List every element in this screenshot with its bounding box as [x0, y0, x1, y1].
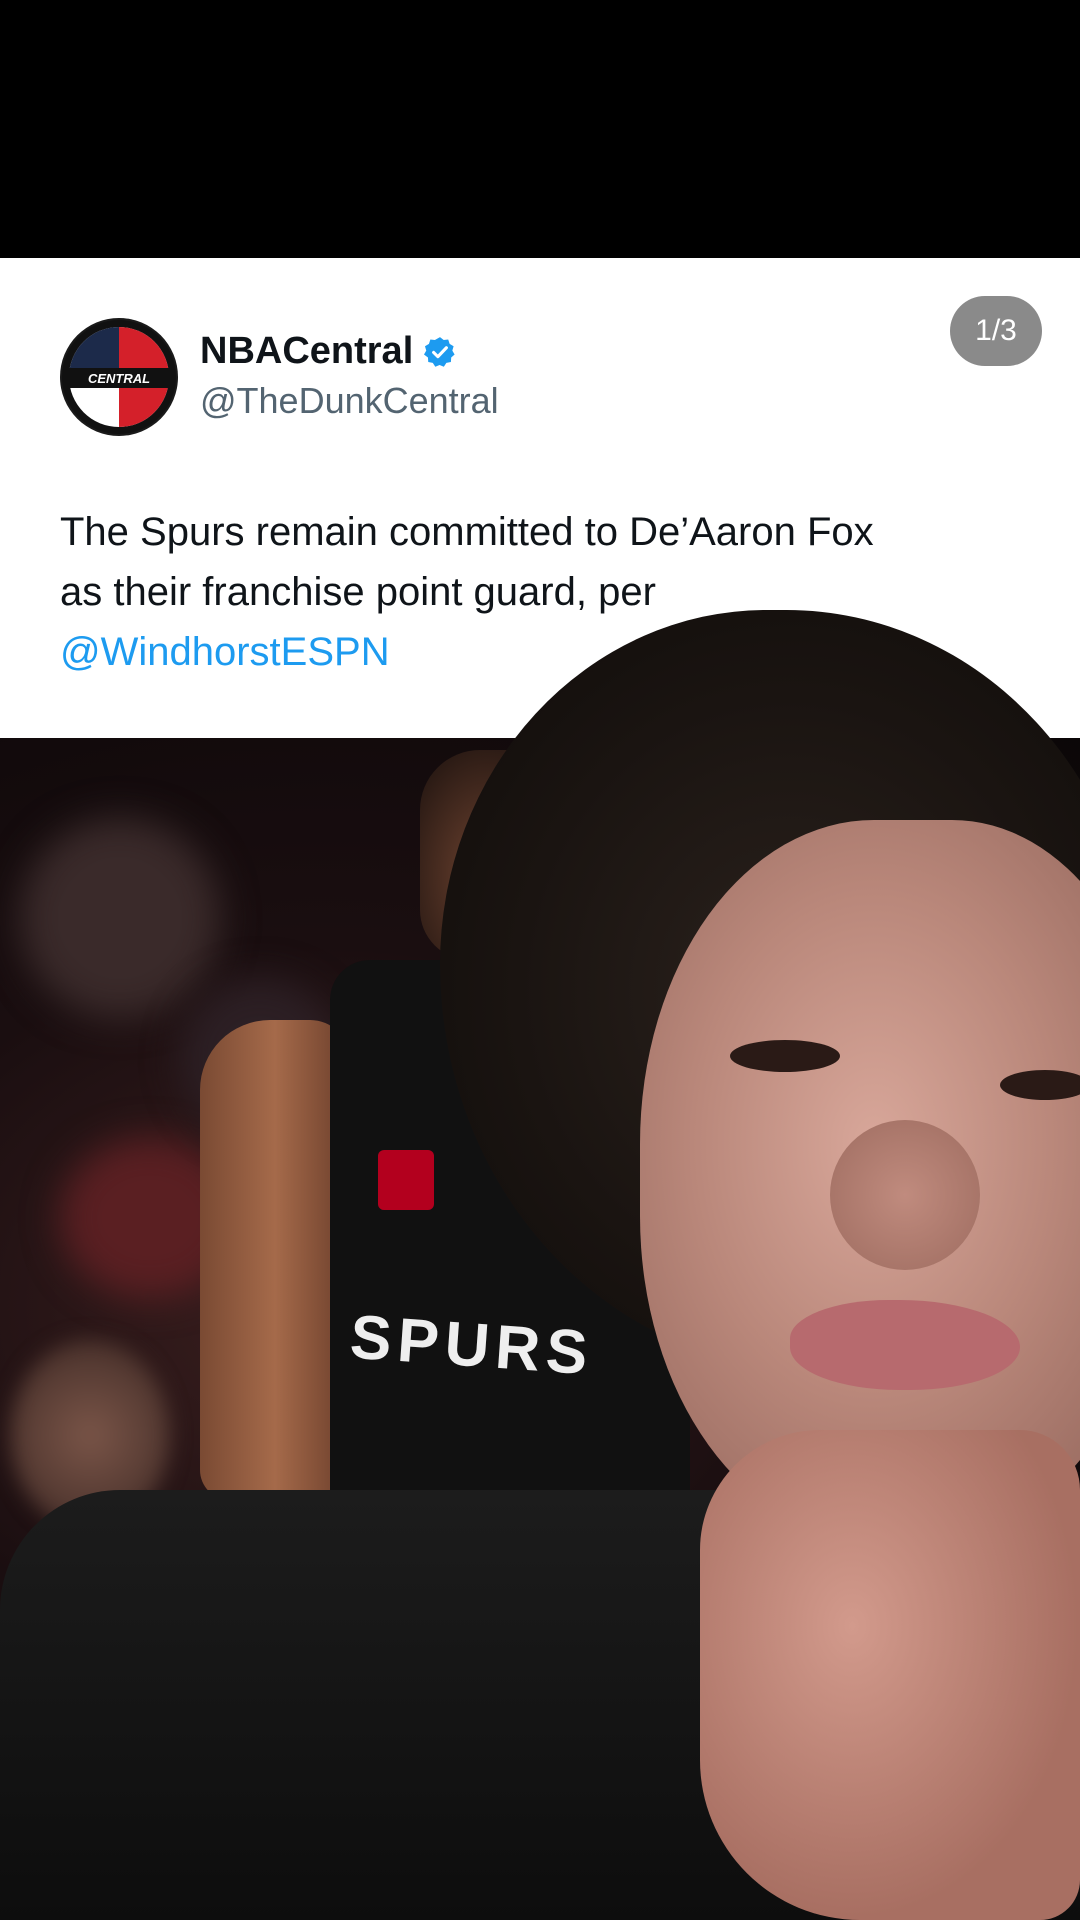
- author-handle[interactable]: @TheDunkCentral: [200, 380, 499, 422]
- tweet-text-line2: as their franchise point guard, per: [60, 570, 656, 614]
- verified-badge-icon: [424, 336, 455, 367]
- creator-eye-left: [730, 1040, 840, 1072]
- tweet-text-line1: The Spurs remain committed to De’Aaron F…: [60, 510, 874, 554]
- usa-250-badge: [378, 1150, 434, 1210]
- video-screen[interactable]: SPURS CENTRAL NBACentral @TheDunkCentral…: [0, 0, 1080, 1920]
- page-counter: 1/3: [950, 296, 1042, 366]
- avatar[interactable]: CENTRAL: [60, 318, 178, 436]
- author-name[interactable]: NBACentral: [200, 330, 457, 373]
- crowd-blur: [20, 818, 220, 1018]
- player-arm: [200, 1020, 350, 1500]
- svg-text:CENTRAL: CENTRAL: [88, 371, 150, 386]
- creator-hand: [700, 1430, 1080, 1920]
- nba-central-logo-icon: CENTRAL: [62, 320, 176, 434]
- author-name-text: NBACentral: [200, 330, 414, 372]
- letterbox-top: [0, 0, 1080, 258]
- creator-mouth: [790, 1300, 1020, 1390]
- creator-eye-right: [1000, 1070, 1080, 1100]
- creator-nose: [830, 1120, 980, 1270]
